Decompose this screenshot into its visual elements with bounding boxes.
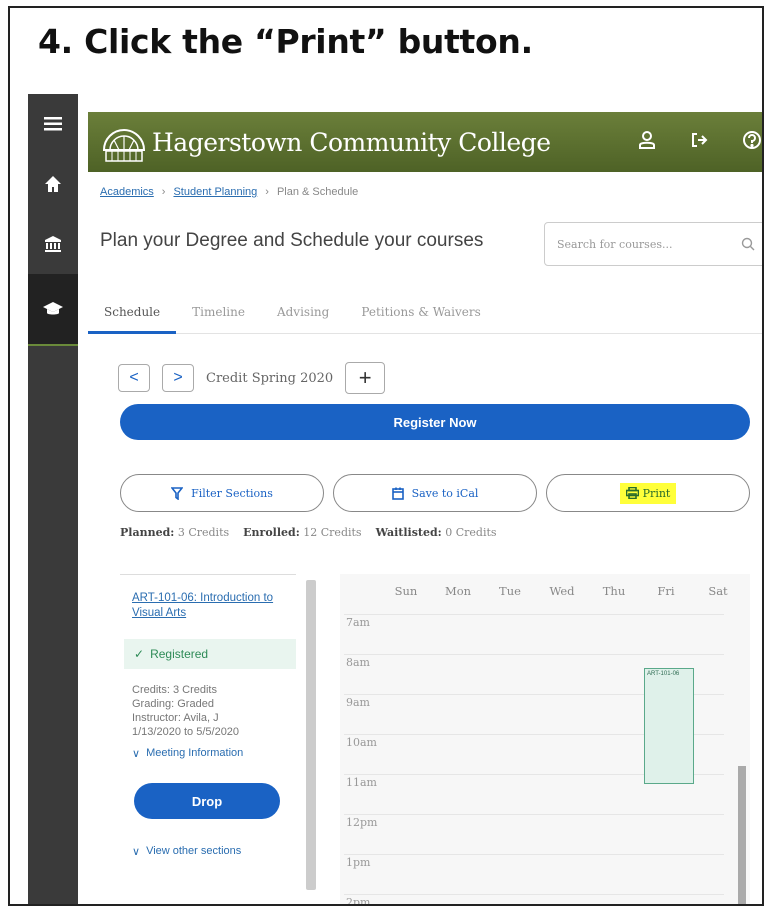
calendar-event[interactable]: ART-101-06	[644, 668, 694, 784]
college-name: Hagerstown Community College	[152, 127, 551, 157]
course-dates: 1/13/2020 to 5/5/2020	[132, 726, 240, 738]
planned-credits: Planned: 3 Credits	[120, 526, 230, 539]
calendar-scrollbar[interactable]	[738, 600, 746, 904]
calendar-day-header: Sun Mon Tue Wed Thu Fri Sat	[340, 584, 750, 598]
schedule-calendar: Sun Mon Tue Wed Thu Fri Sat 7am 8am 9am …	[340, 574, 750, 904]
course-title-link[interactable]: ART-101-06: Introduction to Visual Arts	[132, 591, 292, 621]
meeting-information-label: Meeting Information	[146, 747, 244, 759]
course-card: ART-101-06: Introduction to Visual Arts …	[120, 574, 296, 892]
bank-icon	[45, 236, 61, 252]
planning-tabs: Schedule Timeline Advising Petitions & W…	[88, 302, 762, 334]
breadcrumb-student-planning[interactable]: Student Planning	[173, 186, 257, 198]
hour-row: 2pm	[344, 894, 724, 904]
search-icon[interactable]	[741, 237, 755, 251]
day-fri: Fri	[657, 584, 675, 598]
college-logo-icon	[102, 129, 146, 162]
tab-petitions-waivers[interactable]: Petitions & Waivers	[345, 302, 496, 334]
credit-summary: Planned: 3 Credits Enrolled: 12 Credits …	[120, 526, 497, 539]
page-title: Plan your Degree and Schedule your cours…	[100, 230, 484, 251]
waitlisted-credits: Waitlisted: 0 Credits	[375, 526, 497, 539]
print-highlight: Print	[619, 482, 677, 504]
day-mon: Mon	[444, 584, 472, 598]
header-actions	[638, 130, 762, 150]
help-icon[interactable]	[742, 130, 762, 150]
registered-status: ✓ Registered	[124, 639, 296, 669]
save-to-ical-label: Save to iCal	[411, 486, 479, 500]
day-sun: Sun	[394, 584, 418, 598]
check-icon: ✓	[134, 647, 145, 661]
breadcrumb-separator: ›	[161, 186, 166, 198]
tab-timeline[interactable]: Timeline	[176, 302, 261, 334]
day-sat: Sat	[708, 584, 728, 598]
drop-button[interactable]: Drop	[134, 783, 280, 819]
breadcrumb-academics[interactable]: Academics	[100, 186, 154, 198]
enrolled-credits: Enrolled: 12 Credits	[243, 526, 362, 539]
course-details: Credits: 3 Credits Grading: Graded Instr…	[132, 683, 239, 739]
sidebar-item-home[interactable]	[28, 154, 78, 214]
course-list-scrollbar[interactable]	[306, 580, 316, 890]
hour-row: 1pm	[344, 854, 724, 869]
instruction-heading: 4. Click the “Print” button.	[38, 22, 533, 61]
hour-row: 12pm	[344, 814, 724, 829]
print-button[interactable]: Print	[546, 474, 750, 512]
previous-term-button[interactable]: <	[118, 364, 150, 392]
meeting-information-toggle[interactable]: ∨ Meeting Information	[132, 747, 243, 760]
hamburger-icon	[44, 117, 62, 131]
calendar-icon	[391, 487, 404, 500]
breadcrumb-current: Plan & Schedule	[276, 186, 359, 198]
graduation-cap-icon	[43, 302, 63, 315]
print-label: Print	[642, 486, 671, 500]
chevron-down-icon: ∨	[132, 846, 141, 858]
sidebar-item-academics[interactable]	[28, 274, 78, 346]
calendar-scroll-thumb[interactable]	[738, 766, 746, 904]
sidebar-item-finance[interactable]	[28, 214, 78, 274]
day-thu: Thu	[602, 584, 626, 598]
day-wed: Wed	[549, 584, 575, 598]
register-now-button[interactable]: Register Now	[120, 404, 750, 440]
home-icon	[45, 176, 61, 192]
filter-sections-label: Filter Sections	[191, 486, 273, 500]
user-icon[interactable]	[638, 130, 656, 150]
breadcrumb: Academics › Student Planning › Plan & Sc…	[100, 186, 358, 198]
hour-row: 7am	[344, 614, 724, 629]
course-credits: Credits: 3 Credits	[132, 684, 217, 696]
filter-sections-button[interactable]: Filter Sections	[120, 474, 324, 512]
hour-row: 8am	[344, 654, 724, 669]
term-navigator: < > Credit Spring 2020 +	[118, 362, 386, 394]
app-header: Hagerstown Community College	[88, 112, 762, 172]
next-term-button[interactable]: >	[162, 364, 194, 392]
course-search-input[interactable]: Search for courses...	[544, 222, 762, 266]
term-label: Credit Spring 2020	[206, 370, 334, 386]
course-grading: Grading: Graded	[132, 698, 214, 710]
sign-out-icon[interactable]	[690, 130, 708, 150]
printer-icon	[625, 487, 639, 499]
chevron-down-icon: ∨	[132, 748, 141, 760]
registered-label: Registered	[150, 647, 209, 661]
left-sidebar	[28, 94, 78, 904]
course-instructor: Instructor: Avila, J	[132, 712, 219, 724]
search-placeholder: Search for courses...	[557, 237, 673, 251]
tab-advising[interactable]: Advising	[261, 302, 345, 334]
save-to-ical-button[interactable]: Save to iCal	[333, 474, 537, 512]
view-other-sections-label: View other sections	[146, 845, 242, 857]
menu-button[interactable]	[28, 94, 78, 154]
day-tue: Tue	[499, 584, 521, 598]
view-other-sections-toggle[interactable]: ∨ View other sections	[132, 845, 241, 858]
filter-icon	[171, 486, 184, 500]
breadcrumb-separator: ›	[265, 186, 269, 198]
tab-schedule[interactable]: Schedule	[88, 302, 177, 334]
add-term-button[interactable]: +	[345, 362, 386, 394]
tutorial-frame: 4. Click the “Print” button. Hagerstown …	[8, 6, 764, 906]
app-window: Hagerstown Community College Academics ›…	[88, 112, 762, 904]
